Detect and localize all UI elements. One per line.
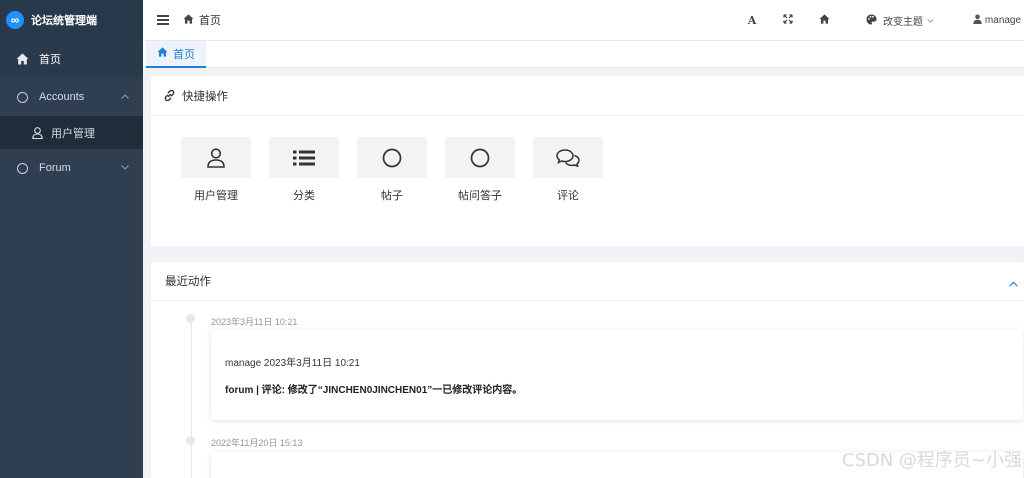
breadcrumb-label: 首页: [199, 15, 221, 27]
timeline-entry-card: manage 2023年3月11日 10:21 forum | 评论: 修改了“…: [211, 330, 1023, 420]
shortcut-label: 分类: [293, 190, 315, 202]
quick-actions-title: 快捷操作: [182, 90, 228, 103]
tabs-bar: 首页: [143, 41, 1024, 68]
user-icon: [32, 126, 43, 139]
entry-meta: manage 2023年3月11日 10:21: [225, 358, 360, 369]
sidebar-item-label: Accounts: [39, 91, 85, 103]
tab-label: 首页: [173, 48, 195, 61]
chevron-down-icon: [927, 16, 934, 25]
shortcut-label: 评论: [557, 190, 579, 202]
circle-icon: [15, 91, 29, 103]
fullscreen-icon: [783, 14, 793, 27]
change-theme-button[interactable]: 改变主题: [860, 0, 940, 41]
shortcut-user-management[interactable]: 用户管理: [172, 137, 260, 203]
font-size-button[interactable]: A: [734, 0, 770, 41]
shortcut-label: 用户管理: [194, 190, 238, 202]
sidebar-item-label: Forum: [39, 162, 71, 174]
recent-activity-header: 最近动作: [151, 262, 1024, 301]
shortcut-qa[interactable]: 帖问答子: [436, 137, 524, 203]
chevron-up-icon: [121, 91, 129, 102]
infinity-icon: ∞: [6, 11, 24, 29]
timeline-line: [191, 314, 192, 478]
home-icon: [183, 13, 194, 27]
breadcrumb: 首页: [183, 12, 221, 28]
menu-toggle-icon[interactable]: [157, 15, 169, 25]
recent-activity-title: 最近动作: [165, 276, 211, 288]
user-icon: [973, 14, 982, 27]
shortcut-category[interactable]: 分类: [260, 137, 348, 203]
sidebar-item-home[interactable]: 首页: [0, 40, 143, 78]
watermark: CSDN @程序员~小强: [841, 450, 1022, 471]
timeline-time: 2023年3月11日 10:21: [211, 317, 298, 327]
link-icon: [164, 90, 175, 101]
sidebar-item-user-management[interactable]: 用户管理: [0, 116, 143, 149]
sidebar-item-forum[interactable]: Forum: [0, 149, 143, 187]
top-header: 首页 A 改变主题 manage: [143, 0, 1024, 41]
home-icon: [819, 14, 830, 27]
shortcut-label: 帖问答子: [458, 190, 502, 202]
brand-title: 论坛统管理端: [31, 15, 97, 27]
user-icon: [181, 137, 251, 178]
theme-label: 改变主题: [883, 17, 923, 28]
fullscreen-button[interactable]: [770, 0, 806, 41]
sidebar: ∞ 论坛统管理端 首页 Accounts 用户管理 Forum: [0, 0, 143, 478]
circle-icon: [15, 162, 29, 174]
chevron-up-icon[interactable]: [1009, 276, 1018, 290]
list-icon: [269, 137, 339, 178]
timeline-dot: [186, 314, 195, 323]
sidebar-item-label: 首页: [39, 54, 61, 66]
circle-icon: [357, 137, 427, 178]
palette-icon: [866, 14, 877, 28]
chevron-down-icon: [121, 162, 129, 173]
user-label: manage: [984, 15, 1022, 26]
home-icon: [157, 47, 168, 60]
home-button[interactable]: [806, 0, 842, 41]
entry-content: forum | 评论: 修改了“JINCHEN0JINCHEN01”一已修改评论…: [225, 385, 523, 396]
circle-icon: [445, 137, 515, 178]
sidebar-item-label: 用户管理: [51, 127, 95, 140]
sidebar-item-accounts[interactable]: Accounts: [0, 78, 143, 116]
quick-actions-header: 快捷操作: [151, 76, 1024, 116]
shortcut-posts[interactable]: 帖子: [348, 137, 436, 203]
comments-icon: [533, 137, 603, 178]
brand[interactable]: ∞ 论坛统管理端: [0, 0, 143, 40]
home-icon: [15, 53, 29, 65]
quick-actions-card: 快捷操作 用户管理 分类 帖子 帖问答子 评论: [151, 76, 1024, 246]
user-menu[interactable]: manage: [964, 0, 1024, 41]
tab-home[interactable]: 首页: [146, 41, 206, 68]
timeline-time: 2022年11月20日 15:13: [211, 438, 303, 448]
shortcut-comments[interactable]: 评论: [524, 137, 612, 203]
timeline-dot: [186, 436, 195, 445]
shortcut-label: 帖子: [381, 190, 403, 202]
shortcut-list: 用户管理 分类 帖子 帖问答子 评论: [172, 137, 612, 203]
